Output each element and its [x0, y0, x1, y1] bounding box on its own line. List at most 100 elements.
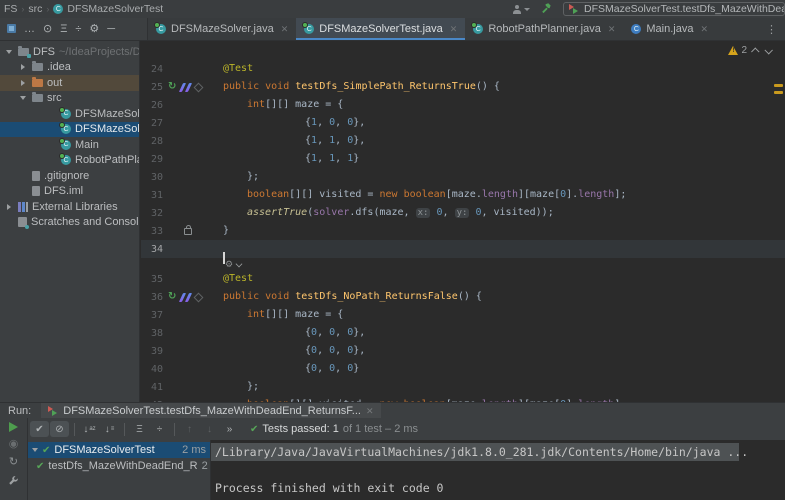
tree-item--idea[interactable]: .idea [0, 60, 139, 76]
more-icon[interactable]: … [24, 24, 35, 35]
more-actions-icon[interactable]: » [220, 421, 239, 437]
split-icon[interactable]: ÷ [75, 24, 81, 35]
chevron-down-icon[interactable] [4, 50, 14, 54]
token-meth: testDfs_SimplePath_ReturnsTrue [295, 81, 476, 92]
tree-item-scratches-and-consoles[interactable]: Scratches and Consoles [0, 215, 139, 231]
code-line-25[interactable]: 25↻public void testDfs_SimplePath_Return… [141, 78, 785, 96]
chevron-down-icon[interactable] [18, 96, 28, 100]
breadcrumb-item[interactable]: src [28, 3, 42, 15]
code-line-33[interactable]: 33} [141, 222, 785, 240]
close-icon[interactable]: ✕ [700, 24, 708, 35]
token-plain: }, [353, 117, 365, 128]
chevron-down-icon[interactable] [32, 448, 38, 452]
scrollbar-warning-mark[interactable] [774, 91, 783, 94]
line-number: 41 [141, 382, 167, 393]
tree-item-external-libraries[interactable]: External Libraries [0, 199, 139, 215]
hide-icon[interactable]: ─ [107, 24, 115, 35]
code-editor[interactable]: 24@Test25↻public void testDfs_SimplePath… [141, 41, 785, 402]
token-kw: int [247, 309, 265, 320]
code-text: @Test [209, 270, 785, 288]
chevron-right-icon[interactable] [18, 64, 28, 70]
breadcrumb[interactable]: FS›src›DFSMazeSolverTest [0, 3, 163, 15]
sort-by-duration-icon[interactable]: ↓≡ [100, 421, 119, 437]
run-panel-tab[interactable]: DFSMazeSolverTest.testDfs_MazeWithDeadEn… [41, 403, 380, 419]
test-passed-icon [42, 444, 50, 456]
inspections-widget[interactable]: ! 2 [728, 45, 771, 56]
code-text: }; [209, 378, 785, 396]
tree-item-dfsmazesolvertest[interactable]: DFSMazeSolverTest [0, 122, 139, 138]
tab-overflow-more-icon[interactable]: ⋮ [758, 18, 785, 40]
build-project-button[interactable] [540, 2, 553, 17]
coverage-icon[interactable] [179, 293, 192, 302]
tree-item-dfs-iml[interactable]: DFS.iml [0, 184, 139, 200]
code-line-24[interactable]: 24@Test [141, 60, 785, 78]
run-test-icon[interactable]: ↻ [168, 82, 176, 92]
warning-count: 2 [741, 45, 747, 56]
coverage-icon[interactable] [179, 83, 192, 92]
code-line-32[interactable]: 32assertTrue(solver.dfs(maze, x: 0, y: 0… [141, 204, 785, 222]
editor-tab-dfsmazesolver-java[interactable]: DFSMazeSolver.java✕ [148, 18, 296, 40]
code-line-34[interactable]: 34 [141, 240, 785, 258]
class-icon [61, 124, 71, 134]
toggle-auto-test-icon[interactable]: ↻ [9, 457, 18, 468]
sort-alphabetically-icon[interactable]: ↓az [80, 421, 99, 437]
previous-problem-icon[interactable] [751, 47, 759, 55]
close-icon[interactable]: ✕ [281, 24, 289, 35]
code-line-40[interactable]: 40{0, 0, 0} [141, 360, 785, 378]
code-line-38[interactable]: 38{0, 0, 0}, [141, 324, 785, 342]
code-line-26[interactable]: 26int[][] maze = { [141, 96, 785, 114]
editor-tab-dfsmazesolvertest-java[interactable]: DFSMazeSolverTest.java✕ [296, 18, 465, 40]
code-line-36[interactable]: 36↻public void testDfs_NoPath_ReturnsFal… [141, 288, 785, 306]
code-line-41[interactable]: 41}; [141, 378, 785, 396]
user-profile-button[interactable] [512, 5, 530, 14]
close-icon[interactable]: ✕ [450, 24, 458, 35]
code-line-37[interactable]: 37int[][] maze = { [141, 306, 785, 324]
gutter: ↻ [167, 292, 209, 302]
line-number: 30 [141, 172, 167, 183]
show-passed-icon[interactable]: ✔ [30, 421, 49, 437]
run-console[interactable]: /Library/Java/JavaVirtualMachines/jdk1.8… [211, 440, 785, 500]
test-tree-row[interactable]: DFSMazeSolverTest2 ms [28, 442, 210, 458]
test-settings-wrench-icon[interactable] [8, 475, 19, 486]
locate-icon[interactable]: ⊙ [43, 24, 52, 35]
token-plain: () { [458, 291, 482, 302]
code-line-29[interactable]: 29{1, 1, 1} [141, 150, 785, 168]
editor-tab-robotpathplanner-java[interactable]: RobotPathPlanner.java✕ [465, 18, 623, 40]
chevron-right-icon[interactable] [18, 80, 28, 86]
code-line-35[interactable]: 35@Test [141, 270, 785, 288]
breadcrumb-item[interactable]: DFSMazeSolverTest [67, 3, 163, 15]
settings-icon[interactable]: ⚙ [89, 24, 99, 35]
tree-item-main[interactable]: Main [0, 137, 139, 153]
show-ignored-icon[interactable]: ⊘ [50, 421, 69, 437]
run-test-icon[interactable]: ↻ [168, 292, 176, 302]
collapse-all-icon[interactable]: ÷ [150, 421, 169, 437]
project-tool-window-icon[interactable] [7, 20, 16, 38]
code-line-27[interactable]: 27{1, 0, 0}, [141, 114, 785, 132]
expand-all-icon[interactable]: Ξ [130, 421, 149, 437]
code-line-31[interactable]: 31boolean[][] visited = new boolean[maze… [141, 186, 785, 204]
tree-item-dfs[interactable]: DFS~/IdeaProjects/DFS [0, 44, 139, 60]
chevron-right-icon[interactable] [4, 204, 14, 210]
token-plain: } [353, 363, 359, 374]
run-configuration-selector[interactable]: DFSMazeSolverTest.testDfs_MazeWithDeadEn… [563, 2, 785, 16]
tree-item--gitignore[interactable]: .gitignore [0, 168, 139, 184]
tree-item-dfsmazesolver[interactable]: DFSMazeSolver [0, 106, 139, 122]
tree-item-out[interactable]: out [0, 75, 139, 91]
line-number: 28 [141, 136, 167, 147]
editor-tab-main-java[interactable]: Main.java✕ [623, 18, 716, 40]
tree-item-robotpathplanner[interactable]: RobotPathPlanner [0, 153, 139, 169]
scrollbar-warning-mark[interactable] [774, 84, 783, 87]
breadcrumb-item[interactable]: FS [4, 3, 17, 15]
tree-item-src[interactable]: src [0, 91, 139, 107]
code-line-30[interactable]: 30}; [141, 168, 785, 186]
class-icon [156, 24, 166, 34]
close-icon[interactable]: ✕ [608, 24, 616, 35]
code-line-39[interactable]: 39{0, 0, 0}, [141, 342, 785, 360]
code-line-28[interactable]: 28{1, 1, 0}, [141, 132, 785, 150]
close-icon[interactable]: ✕ [366, 406, 374, 417]
test-tree-row[interactable]: testDfs_MazeWithDeadEnd_R2 ms [28, 458, 210, 474]
collapse-all-icon[interactable]: Ξ [60, 24, 67, 35]
intention-bulb-icon[interactable]: ⚙ [225, 259, 233, 270]
rerun-tests-icon[interactable] [9, 421, 18, 432]
token-kw: boolean [404, 189, 446, 200]
